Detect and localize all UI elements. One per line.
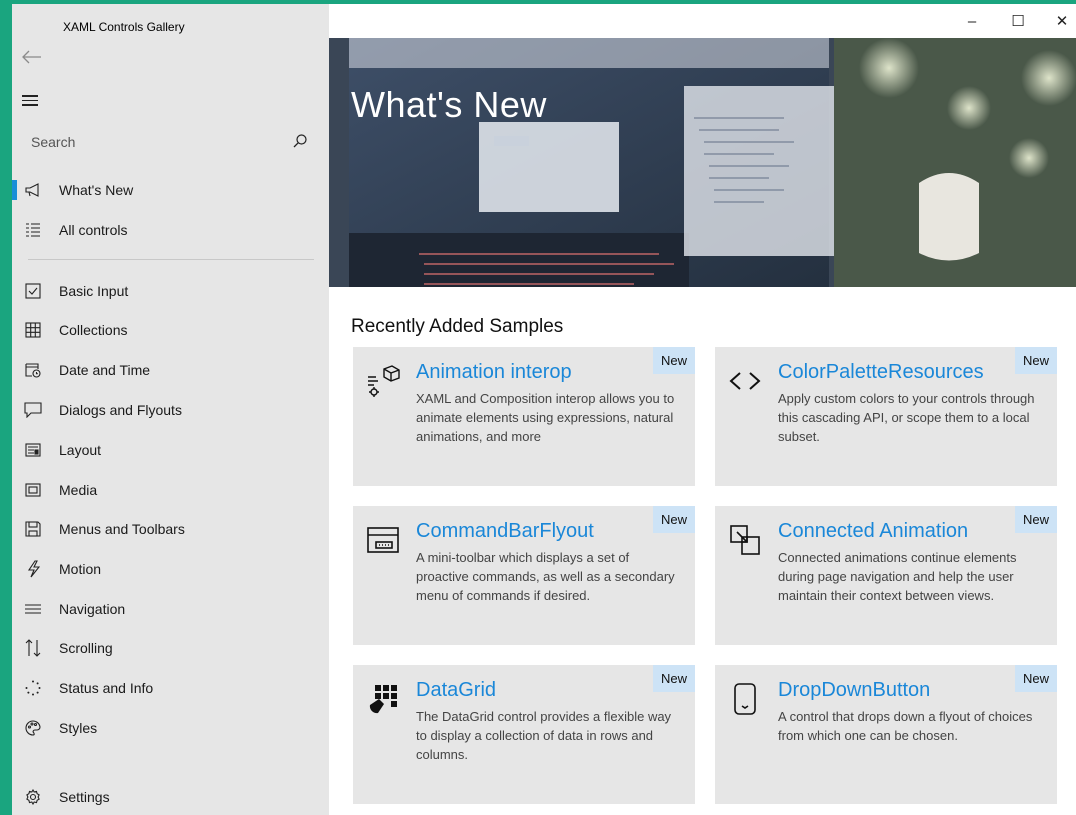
- nav-label: Dialogs and Flyouts: [59, 402, 182, 418]
- checkbox-icon: [24, 282, 42, 300]
- command-bar-icon: [365, 522, 401, 558]
- new-badge: New: [653, 506, 695, 533]
- card-description: The DataGrid control provides a flexible…: [416, 709, 672, 762]
- card-title[interactable]: CommandBarFlyout: [416, 520, 594, 543]
- navigation-pane: XAML Controls Gallery Search What's New …: [12, 4, 329, 815]
- card-description: XAML and Composition interop allows you …: [416, 391, 675, 444]
- close-button[interactable]: ✕: [1039, 4, 1076, 38]
- nav-label: Menus and Toolbars: [59, 521, 185, 537]
- nav-item-settings[interactable]: Settings: [12, 777, 329, 815]
- connected-animation-icon: [727, 522, 763, 558]
- nav-item-status-and-info[interactable]: Status and Info: [12, 668, 329, 708]
- lightning-icon: [24, 560, 42, 578]
- nav-item-navigation[interactable]: Navigation: [12, 589, 329, 629]
- nav-item-styles[interactable]: Styles: [12, 708, 329, 748]
- section-heading: Recently Added Samples: [351, 316, 564, 337]
- card-title[interactable]: Animation interop: [416, 361, 572, 384]
- nav-label: Scrolling: [59, 640, 113, 656]
- nav-label: What's New: [59, 182, 134, 198]
- sample-card-connected-animation[interactable]: New Connected Animation Connected animat…: [715, 506, 1057, 645]
- card-description: A control that drops down a flyout of ch…: [778, 709, 1033, 743]
- search-icon[interactable]: [292, 133, 308, 149]
- nav-item-collections[interactable]: Collections: [12, 310, 329, 350]
- megaphone-icon: [24, 181, 42, 199]
- new-badge: New: [1015, 665, 1057, 692]
- card-title[interactable]: DataGrid: [416, 679, 496, 702]
- nav-item-date-and-time[interactable]: Date and Time: [12, 350, 329, 390]
- palette-icon: [24, 719, 42, 737]
- content-area: – ☐ ✕ What's New Recently Added Samples …: [329, 4, 1076, 815]
- nav-label: Collections: [59, 322, 128, 338]
- app-title: XAML Controls Gallery: [63, 20, 185, 34]
- nav-item-menus-and-toolbars[interactable]: Menus and Toolbars: [12, 509, 329, 549]
- title-bar: – ☐ ✕: [329, 4, 1076, 38]
- save-disk-icon: [24, 520, 42, 538]
- new-badge: New: [653, 665, 695, 692]
- nav-label: Settings: [59, 789, 110, 805]
- nav-item-dialogs-and-flyouts[interactable]: Dialogs and Flyouts: [12, 390, 329, 430]
- dropdown-button-icon: [727, 681, 763, 717]
- hero-banner: What's New: [329, 38, 1076, 287]
- nav-label: Media: [59, 482, 98, 498]
- new-badge: New: [1015, 347, 1057, 374]
- nav-item-media[interactable]: Media: [12, 470, 329, 510]
- nav-item-scrolling[interactable]: Scrolling: [12, 628, 329, 668]
- nav-label: Date and Time: [59, 362, 151, 378]
- sample-card-commandbarflyout[interactable]: New CommandBarFlyout A mini-toolbar whic…: [353, 506, 695, 645]
- card-title[interactable]: ColorPaletteResources: [778, 361, 984, 384]
- hero-title: What's New: [351, 84, 547, 125]
- card-title[interactable]: Connected Animation: [778, 520, 968, 543]
- card-title[interactable]: DropDownButton: [778, 679, 930, 702]
- navigation-lines-icon: [24, 600, 42, 618]
- new-badge: New: [653, 347, 695, 374]
- search-input[interactable]: Search: [31, 134, 75, 150]
- sample-card-colorpaletteresources[interactable]: New ColorPaletteResources Apply custom c…: [715, 347, 1057, 486]
- nav-label: Basic Input: [59, 283, 129, 299]
- search-box[interactable]: Search: [22, 126, 314, 158]
- nav-divider: [28, 259, 314, 260]
- grid-icon: [24, 321, 42, 339]
- datagrid-icon: [365, 681, 401, 717]
- hero-image: [329, 38, 1076, 287]
- minimize-button[interactable]: –: [949, 4, 995, 38]
- layout-icon: [24, 441, 42, 459]
- code-brackets-icon: [727, 363, 763, 399]
- card-description: A mini-toolbar which displays a set of p…: [416, 550, 675, 603]
- calendar-clock-icon: [24, 361, 42, 379]
- media-icon: [24, 481, 42, 499]
- back-arrow-icon: [22, 50, 41, 64]
- nav-label: Status and Info: [59, 680, 154, 696]
- gear-icon: [24, 788, 42, 806]
- hamburger-menu-button[interactable]: [22, 92, 44, 112]
- sample-card-datagrid[interactable]: New DataGrid The DataGrid control provid…: [353, 665, 695, 804]
- new-badge: New: [1015, 506, 1057, 533]
- back-button[interactable]: [22, 48, 46, 68]
- app-window: XAML Controls Gallery Search What's New …: [12, 4, 1076, 815]
- nav-label: Layout: [59, 442, 102, 458]
- nav-item-basic-input[interactable]: Basic Input: [12, 271, 329, 311]
- nav-item-layout[interactable]: Layout: [12, 430, 329, 470]
- speech-bubble-icon: [24, 401, 42, 419]
- scroll-arrows-icon: [24, 639, 42, 657]
- list-icon: [24, 221, 42, 239]
- maximize-button[interactable]: ☐: [995, 4, 1041, 38]
- sample-card-animation-interop[interactable]: New Animation interop XAML and Compositi…: [353, 347, 695, 486]
- nav-label: Styles: [59, 720, 98, 736]
- nav-item-motion[interactable]: Motion: [12, 549, 329, 589]
- animation-interop-icon: [365, 363, 401, 399]
- card-description: Apply custom colors to your controls thr…: [778, 391, 1035, 444]
- nav-label: All controls: [59, 222, 128, 238]
- nav-label: Navigation: [59, 601, 126, 617]
- card-description: Connected animations continue elements d…: [778, 550, 1017, 603]
- nav-label: Motion: [59, 561, 102, 577]
- sample-card-dropdownbutton[interactable]: New DropDownButton A control that drops …: [715, 665, 1057, 804]
- nav-item-whats-new[interactable]: What's New: [12, 170, 329, 210]
- hamburger-icon: [22, 95, 38, 97]
- nav-item-all-controls[interactable]: All controls: [12, 210, 329, 250]
- progress-ring-icon: [24, 679, 42, 697]
